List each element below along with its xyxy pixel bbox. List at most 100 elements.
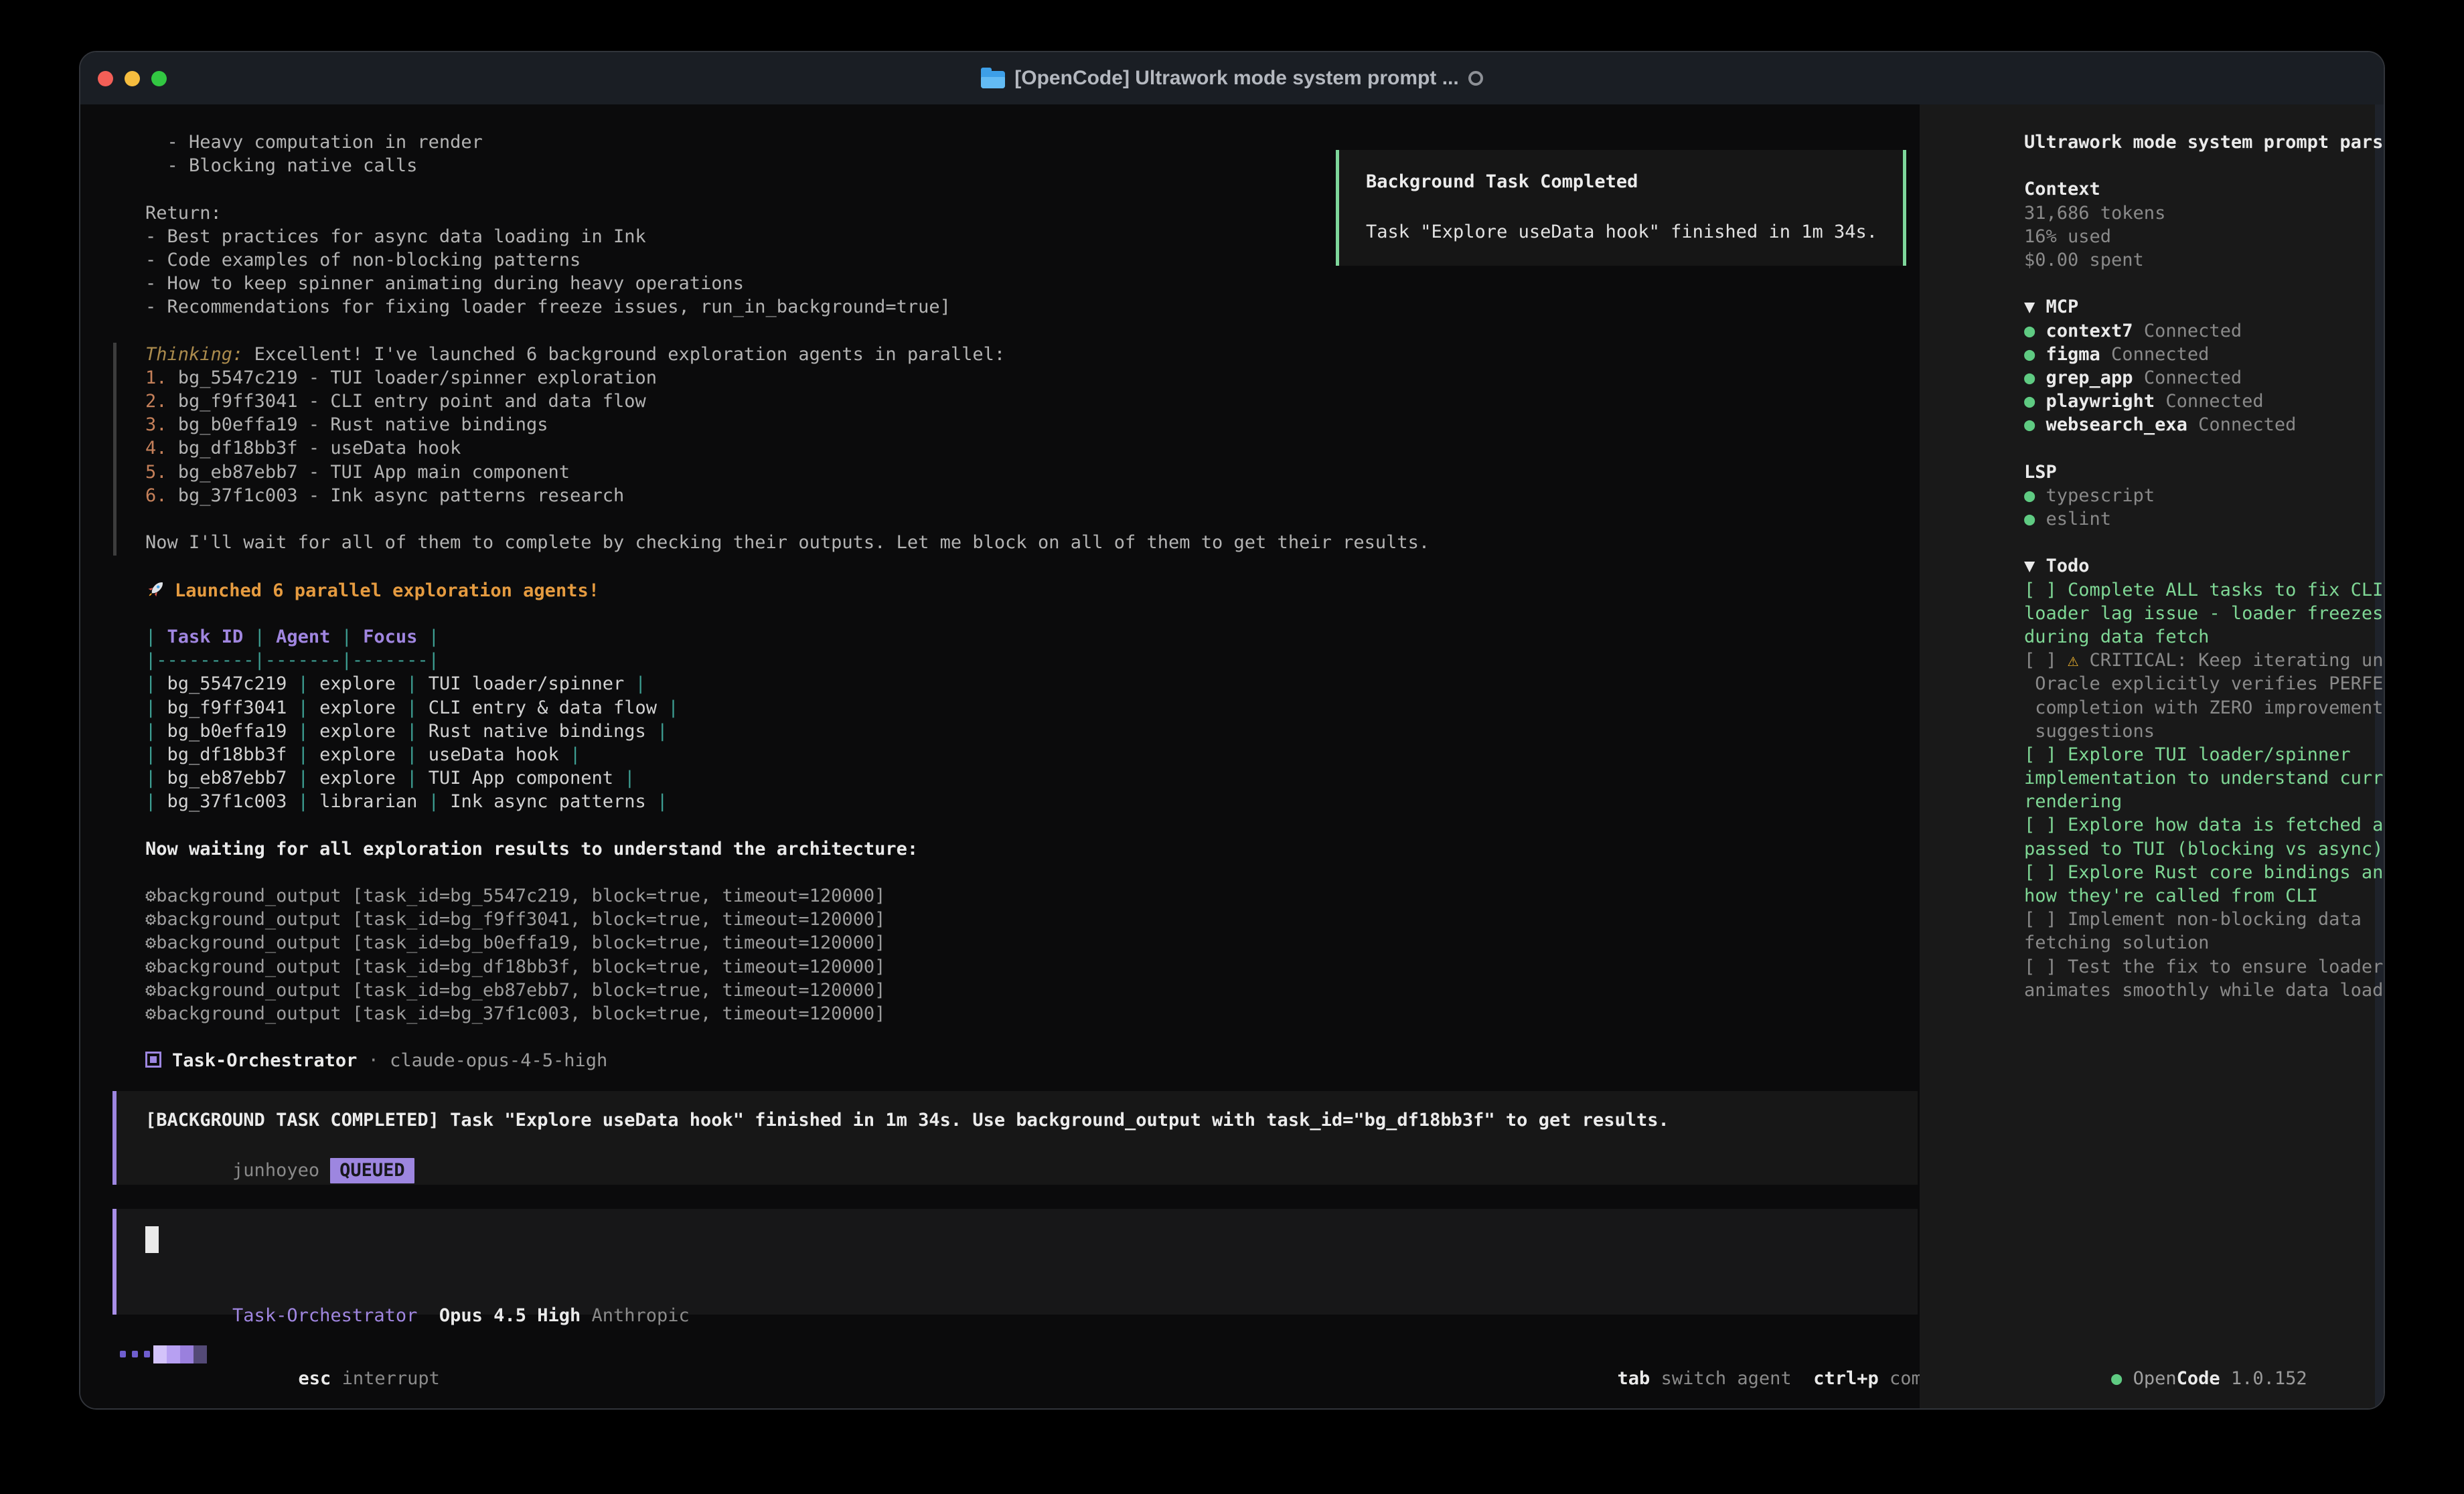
terminal-line bbox=[2024, 436, 2385, 460]
todo-item: how they're called from CLI bbox=[2024, 884, 2385, 908]
thinking-list-item: 3. bg_b0effa19 - Rust native bindings bbox=[145, 413, 1430, 436]
table-row: | bg_5547c219 | explore | TUI loader/spi… bbox=[145, 672, 1430, 695]
toast-title: Background Task Completed bbox=[1366, 170, 1903, 193]
message-author: junhoyeo bbox=[232, 1160, 319, 1181]
spinner-dots-icon bbox=[120, 1351, 150, 1357]
active-model-label[interactable]: Opus 4.5 High bbox=[439, 1305, 581, 1326]
todo-item: completion with ZERO improvement bbox=[2024, 696, 2385, 720]
launch-announcement: Launched 6 parallel exploration agents! bbox=[145, 578, 1430, 602]
context-stat: 31,686 tokens bbox=[2024, 201, 2385, 225]
terminal-line bbox=[145, 1025, 1430, 1049]
tool-result-line: - Recommendations for fixing loader free… bbox=[145, 295, 1430, 319]
thinking-list-item: 5. bg_eb87ebb7 - TUI App main component bbox=[145, 461, 1430, 484]
mcp-item: ● websearch_exa Connected bbox=[2024, 413, 2385, 436]
esc-key-hint[interactable]: esc bbox=[299, 1368, 331, 1389]
todo-item: [ ] Explore how data is fetched and bbox=[2024, 813, 2385, 837]
table-separator-row: |---------|-------|-------| bbox=[145, 649, 1430, 672]
todo-item: suggestions bbox=[2024, 720, 2385, 743]
ctrlp-key-hint[interactable]: ctrl+p bbox=[1813, 1368, 1879, 1389]
close-window-button[interactable] bbox=[98, 71, 113, 86]
mcp-item: ● playwright Connected bbox=[2024, 390, 2385, 413]
esc-key-label: interrupt bbox=[342, 1368, 440, 1389]
todo-item: passed to TUI (blocking vs async) bbox=[2024, 837, 2385, 861]
tool-result-line: Return: bbox=[145, 201, 1430, 225]
zoom-window-button[interactable] bbox=[151, 71, 167, 86]
tool-call-line: ⚙background_output [task_id=bg_5547c219,… bbox=[145, 884, 1430, 908]
todo-item: Oracle explicitly verifies PERFECT bbox=[2024, 672, 2385, 695]
tool-call-line: ⚙background_output [task_id=bg_eb87ebb7,… bbox=[145, 979, 1430, 1002]
terminal-line bbox=[145, 861, 1430, 884]
window-title: [OpenCode] Ultrawork mode system prompt … bbox=[1014, 67, 1458, 90]
status-badge: QUEUED bbox=[330, 1158, 414, 1183]
table-row: | bg_b0effa19 | explore | Rust native bi… bbox=[145, 720, 1430, 743]
todo-item: during data fetch bbox=[2024, 625, 2385, 649]
terminal-line bbox=[145, 813, 1430, 837]
table-row: | bg_f9ff3041 | explore | CLI entry & da… bbox=[145, 696, 1430, 720]
todo-item: fetching solution bbox=[2024, 931, 2385, 954]
agent-square-icon bbox=[145, 1052, 161, 1068]
app-version: 1.0.152 bbox=[2231, 1368, 2307, 1389]
text-cursor bbox=[145, 1226, 159, 1253]
lsp-item: ● eslint bbox=[2024, 507, 2385, 531]
thinking-list-item: 6. bg_37f1c003 - Ink async patterns rese… bbox=[145, 484, 1430, 507]
tool-result-line: - Heavy computation in render bbox=[145, 131, 1430, 154]
mcp-item: ● grep_app Connected bbox=[2024, 366, 2385, 390]
blockquote-bar bbox=[113, 343, 117, 556]
terminal-line bbox=[145, 507, 1430, 531]
lsp-item: ● typescript bbox=[2024, 484, 2385, 507]
todo-item: animates smoothly while data loads bbox=[2024, 979, 2385, 1002]
todo-item: [ ] Complete ALL tasks to fix CLI bbox=[2024, 578, 2385, 602]
sidebar: Ultrawork mode system prompt parsing Con… bbox=[1920, 104, 2385, 1408]
table-header-row: | Task ID | Agent | Focus | bbox=[145, 625, 1430, 649]
terminal-line bbox=[145, 602, 1430, 625]
table-row: | bg_37f1c003 | librarian | Ink async pa… bbox=[145, 790, 1430, 813]
todo-item: [ ] Implement non-blocking data bbox=[2024, 908, 2385, 931]
prompt-input-box[interactable]: Task-Orchestrator Opus 4.5 High Anthropi… bbox=[112, 1209, 1918, 1315]
table-row: | bg_df18bb3f | explore | useData hook | bbox=[145, 743, 1430, 766]
terminal-line bbox=[145, 554, 1430, 578]
terminal-line bbox=[2024, 531, 2385, 554]
tab-key-hint[interactable]: tab bbox=[1618, 1368, 1650, 1389]
notification-toast[interactable]: Background Task Completed Task "Explore … bbox=[1336, 150, 1906, 266]
active-agent-label[interactable]: Task-Orchestrator bbox=[232, 1305, 417, 1326]
tool-result-line: - How to keep spinner animating during h… bbox=[145, 272, 1430, 295]
thinking-list-item: 4. bg_df18bb3f - useData hook bbox=[145, 436, 1430, 460]
table-row: | bg_eb87ebb7 | explore | TUI App compon… bbox=[145, 766, 1430, 790]
tab-key-label: switch agent bbox=[1661, 1368, 1792, 1389]
toast-message: Task "Explore useData hook" finished in … bbox=[1366, 220, 1903, 244]
tool-result-line: - Best practices for async data loading … bbox=[145, 225, 1430, 248]
mcp-heading: ▼ MCP bbox=[2024, 295, 2385, 319]
app-window: [OpenCode] Ultrawork mode system prompt … bbox=[79, 51, 2385, 1410]
context-stat: $0.00 spent bbox=[2024, 248, 2385, 272]
waiting-message: Now waiting for all exploration results … bbox=[145, 837, 1430, 861]
todo-item: [ ] Explore Rust core bindings and bbox=[2024, 861, 2385, 884]
titlebar: [OpenCode] Ultrawork mode system prompt … bbox=[80, 52, 2384, 104]
terminal-line bbox=[2024, 272, 2385, 295]
window-controls bbox=[98, 52, 167, 104]
tool-result-line: - Code examples of non-blocking patterns bbox=[145, 248, 1430, 272]
tool-call-line: ⚙background_output [task_id=bg_df18bb3f,… bbox=[145, 955, 1430, 979]
tool-result-line bbox=[145, 177, 1430, 201]
context-heading: Context bbox=[2024, 177, 2385, 201]
brand-name: Open bbox=[2133, 1368, 2177, 1389]
thinking-line: Thinking: Excellent! I've launched 6 bac… bbox=[145, 343, 1430, 366]
sidebar-stream: Ultrawork mode system prompt parsing Con… bbox=[2024, 131, 2385, 1002]
minimize-window-button[interactable] bbox=[125, 71, 140, 86]
loading-circle-icon bbox=[1468, 71, 1483, 86]
online-dot-icon: ● bbox=[2111, 1368, 2133, 1389]
terminal-content: - Heavy computation in render - Blocking… bbox=[80, 104, 2384, 1408]
tool-call-line: ⚙background_output [task_id=bg_37f1c003,… bbox=[145, 1002, 1430, 1025]
terminal-line bbox=[2024, 154, 2385, 177]
progress-gradient-bar bbox=[153, 1345, 207, 1363]
tool-call-line: ⚙background_output [task_id=bg_b0effa19,… bbox=[145, 931, 1430, 954]
mcp-item: ● context7 Connected bbox=[2024, 319, 2385, 343]
terminal-line bbox=[145, 319, 1430, 343]
thinking-list-item: 2. bg_f9ff3041 - CLI entry point and dat… bbox=[145, 390, 1430, 413]
chat-stream: - Heavy computation in render - Blocking… bbox=[145, 131, 1430, 1073]
mcp-item: ● figma Connected bbox=[2024, 343, 2385, 366]
rocket-icon bbox=[145, 578, 167, 600]
thinking-outro: Now I'll wait for all of them to complet… bbox=[145, 531, 1430, 554]
todo-item: loader lag issue - loader freezes bbox=[2024, 602, 2385, 625]
todo-item: [ ] ⚠ CRITICAL: Keep iterating until bbox=[2024, 649, 2385, 672]
context-stat: 16% used bbox=[2024, 225, 2385, 248]
